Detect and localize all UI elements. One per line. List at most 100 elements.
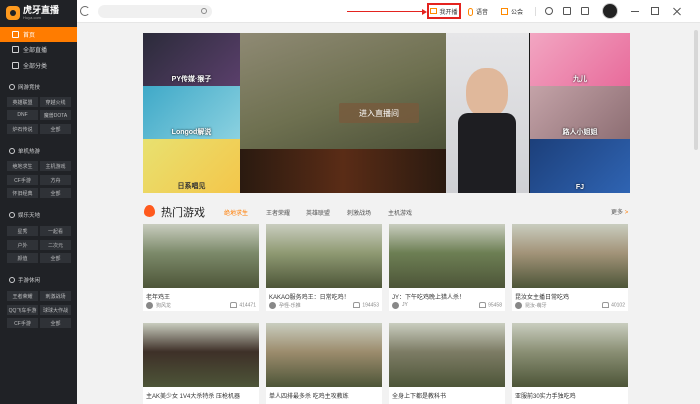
flag-icon — [501, 8, 508, 15]
banner-thumb[interactable]: PY传媒·猴子 — [143, 33, 240, 86]
stream-title: 单人四排最多杀 吃鸡主攻教练 — [269, 394, 349, 400]
tag-outdoor[interactable]: 户外 — [7, 240, 38, 250]
huya-logo-icon — [6, 6, 20, 20]
search-input[interactable] — [98, 5, 212, 18]
close-icon[interactable] — [672, 6, 682, 16]
banner-streamer-cam[interactable] — [446, 33, 529, 193]
stream-title: 亚服前30实力手独吃鸡 — [515, 394, 576, 400]
stream-card[interactable]: 主AK美少女 1V4大杀特杀 压枪机器 — [143, 323, 259, 404]
banner-main-stream[interactable]: 进入直播间 — [240, 33, 446, 149]
history-icon[interactable] — [545, 7, 553, 15]
stream-title: JY：下午吃鸡晚上猎人杀！ — [392, 295, 466, 301]
tab-pubg-mobile[interactable]: 刺激战场 — [347, 208, 371, 217]
sidebar-item-all-live[interactable]: 全部直播 — [0, 42, 77, 57]
banner-ad[interactable] — [240, 149, 446, 193]
stream-card[interactable]: KAKAO服务鸡王：日常吃鸡！ 孕怪-乐推 194453 — [266, 224, 382, 311]
tag-ball-battle[interactable]: 球球大作战 — [40, 305, 71, 315]
streamer-avatar — [146, 302, 153, 309]
voice-button[interactable]: 语音 — [468, 6, 488, 17]
banner-caption: PY传媒·猴子 — [171, 76, 212, 83]
tab-pubg[interactable]: 绝地求生 — [224, 208, 248, 217]
section-title-label: 手游休闲 — [18, 278, 41, 284]
section-title-label: 单机热游 — [18, 149, 41, 155]
tag-xingxiu[interactable]: 星秀 — [7, 226, 38, 236]
guild-button[interactable]: 公会 — [501, 6, 523, 17]
stream-card[interactable]: 单人四排最多杀 吃鸡主攻教练 — [266, 323, 382, 404]
stream-card[interactable]: 昆汝女主播日常吃鸡 昆汝-萌牙 40102 — [512, 224, 628, 311]
stream-title: KAKAO服务鸡王：日常吃鸡！ — [269, 295, 350, 301]
user-avatar[interactable] — [602, 3, 618, 19]
stream-card[interactable]: 全身上下都是教科书 — [389, 323, 505, 404]
refresh-icon[interactable] — [80, 6, 90, 16]
phone-icon — [9, 277, 15, 283]
sidebar-item-home[interactable]: 首页 — [0, 27, 77, 42]
logo-text: 虎牙直播 — [23, 5, 60, 15]
tag-all[interactable]: 全部 — [40, 188, 71, 198]
tag-cf-mobile[interactable]: CF手游 — [7, 318, 38, 328]
featured-banner: PY传媒·猴子 Longod解说 日系唱见 进入直播间 九儿 路人小姐姐 FJ — [143, 33, 630, 193]
open-live-button[interactable]: 我开播 — [427, 3, 461, 19]
tag-cf-mobile[interactable]: CF手游 — [7, 175, 38, 185]
stream-thumbnail — [512, 323, 628, 387]
tab-honor-of-kings[interactable]: 王者荣耀 — [266, 208, 290, 217]
annotation-arrow-line — [347, 11, 425, 12]
tag-cf[interactable]: 穿越火线 — [40, 97, 71, 107]
streamer-avatar — [392, 302, 399, 309]
logo[interactable]: 虎牙直播 Huya.com — [6, 4, 68, 22]
tag-console[interactable]: 主机游戏 — [40, 161, 71, 171]
section-title-entertainment[interactable]: 娱乐天地 — [9, 211, 40, 219]
tag-hearthstone[interactable]: 炉石传说 — [7, 124, 38, 134]
streamer-face — [466, 68, 508, 118]
tag-dota[interactable]: 魔兽DOTA — [40, 110, 71, 120]
sidebar-item-all-categories[interactable]: 全部分类 — [0, 58, 77, 73]
tab-lol[interactable]: 英雄联盟 — [306, 208, 330, 217]
more-link[interactable]: 更多 > — [611, 207, 628, 216]
tag-pubg-mobile[interactable]: 刺激战场 — [40, 291, 71, 301]
tag-beauty[interactable]: 颜值 — [7, 253, 38, 263]
tag-watch-together[interactable]: 一起看 — [40, 226, 71, 236]
stream-title: 主AK美少女 1V4大杀特杀 压枪机器 — [146, 394, 241, 400]
section-title-online-games[interactable]: 网游竞技 — [9, 83, 40, 91]
section-title-label: 网游竞技 — [18, 85, 41, 91]
stream-thumbnail — [266, 323, 382, 387]
banner-thumb[interactable]: 日系唱见 — [143, 139, 240, 193]
stream-thumbnail — [389, 323, 505, 387]
banner-thumb[interactable]: Longod解说 — [143, 86, 240, 139]
scrollbar[interactable] — [694, 30, 698, 150]
tag-ark[interactable]: 方舟 — [40, 175, 71, 185]
stream-thumbnail — [266, 224, 382, 288]
tag-honor-of-kings[interactable]: 王者荣耀 — [7, 291, 38, 301]
sidebar-item-label: 全部直播 — [23, 48, 48, 54]
tag-all[interactable]: 全部 — [40, 318, 71, 328]
tag-pubg[interactable]: 绝地求生 — [7, 161, 38, 171]
microphone-icon — [468, 7, 473, 16]
stream-thumbnail — [143, 224, 259, 288]
streamer-name: 昆汝-萌牙 — [525, 303, 547, 309]
logo-sub: Huya.com — [23, 15, 42, 20]
section-title-mobile-games[interactable]: 手游休闲 — [9, 276, 40, 284]
subscribe-icon[interactable] — [563, 7, 571, 15]
tag-dnf[interactable]: DNF — [7, 110, 38, 120]
enter-room-button[interactable]: 进入直播间 — [339, 103, 419, 123]
tab-console[interactable]: 主机游戏 — [388, 208, 412, 217]
minimize-icon[interactable] — [630, 6, 640, 16]
section-title-single-games[interactable]: 单机热游 — [9, 147, 40, 155]
stream-card[interactable]: 亚服前30实力手独吃鸡 — [512, 323, 628, 404]
tag-lol[interactable]: 英雄联盟 — [7, 97, 38, 107]
banner-thumb[interactable]: 九儿 — [530, 33, 630, 86]
banner-thumb[interactable]: 路人小姐姐 — [530, 86, 630, 139]
message-icon[interactable] — [581, 7, 589, 15]
stream-card[interactable]: JY：下午吃鸡晚上猎人杀！ JY 95458 — [389, 224, 505, 311]
stream-card[interactable]: 老年鸡王 狗风龙 414471 — [143, 224, 259, 311]
tag-all[interactable]: 全部 — [40, 124, 71, 134]
tag-qq-speed[interactable]: QQ飞车手游 — [7, 305, 38, 315]
banner-thumb[interactable]: FJ — [530, 139, 630, 193]
search-icon[interactable] — [201, 8, 207, 14]
gamepad-icon — [9, 84, 15, 90]
divider — [535, 7, 536, 16]
tag-all[interactable]: 全部 — [40, 253, 71, 263]
stream-thumbnail — [512, 224, 628, 288]
tag-retro[interactable]: 怀旧经典 — [7, 188, 38, 198]
maximize-icon[interactable] — [651, 7, 659, 15]
tag-anime[interactable]: 二次元 — [40, 240, 71, 250]
